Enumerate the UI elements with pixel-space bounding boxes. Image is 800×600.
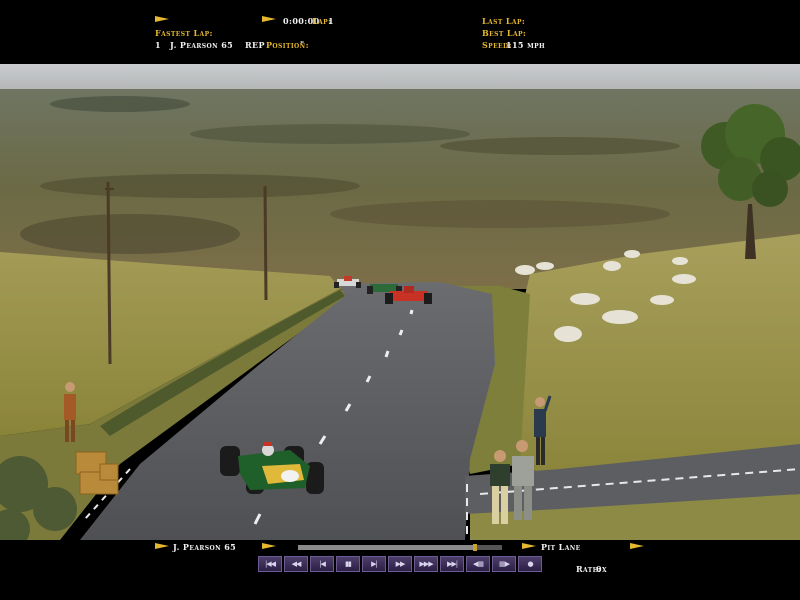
pennant-flag-icon bbox=[155, 543, 169, 549]
lap-value: 1 bbox=[328, 16, 334, 26]
pennant-flag-icon bbox=[155, 16, 169, 22]
rate-value: 0x bbox=[596, 564, 608, 574]
fastest-lap-driver: J. Pearson 65 bbox=[170, 40, 234, 50]
fastest-lap-number: 1 bbox=[155, 40, 161, 50]
fast-forward-button[interactable]: ▶▶▶ bbox=[414, 556, 438, 572]
best-lap-label: Best Lap: bbox=[482, 28, 527, 38]
jump-end-button[interactable]: ▶▶| bbox=[440, 556, 464, 572]
next-camera-button[interactable]: ▦▶ bbox=[492, 556, 516, 572]
previous-camera-button[interactable]: ◀▦ bbox=[466, 556, 490, 572]
fastest-lap-label: Fastest Lap: bbox=[155, 28, 213, 38]
replay-progress-fill bbox=[298, 545, 475, 550]
camera-label: Pit Lane bbox=[541, 542, 581, 552]
step-back-button[interactable]: |◀ bbox=[310, 556, 334, 572]
replay-progress-bar[interactable] bbox=[298, 544, 502, 551]
position-value: " bbox=[300, 39, 305, 49]
step-forward-button[interactable]: ▶| bbox=[362, 556, 386, 572]
top-hud: 0:00:00 Lap: 1 Fastest Lap: 1 J. Pearson… bbox=[0, 0, 800, 64]
pennant-flag-icon bbox=[630, 543, 644, 549]
jump-start-button[interactable]: |◀◀ bbox=[258, 556, 282, 572]
pennant-flag-icon bbox=[262, 16, 276, 22]
pennant-flag-icon bbox=[262, 543, 276, 549]
speed-value: 115 mph bbox=[506, 40, 546, 50]
last-lap-label: Last Lap: bbox=[482, 16, 526, 26]
replay-indicator: REP bbox=[245, 40, 265, 50]
pause-button[interactable]: ▮▮ bbox=[336, 556, 360, 572]
race-scene-viewport[interactable] bbox=[0, 64, 800, 540]
record-button[interactable]: ● bbox=[518, 556, 542, 572]
play-button[interactable]: ▶▶ bbox=[388, 556, 412, 572]
pennant-flag-icon bbox=[522, 543, 536, 549]
race-scene bbox=[0, 64, 800, 540]
replay-progress-thumb[interactable] bbox=[473, 544, 477, 551]
bottom-driver-name: J. Pearson 65 bbox=[173, 542, 237, 552]
rewind-button[interactable]: ◀◀ bbox=[284, 556, 308, 572]
